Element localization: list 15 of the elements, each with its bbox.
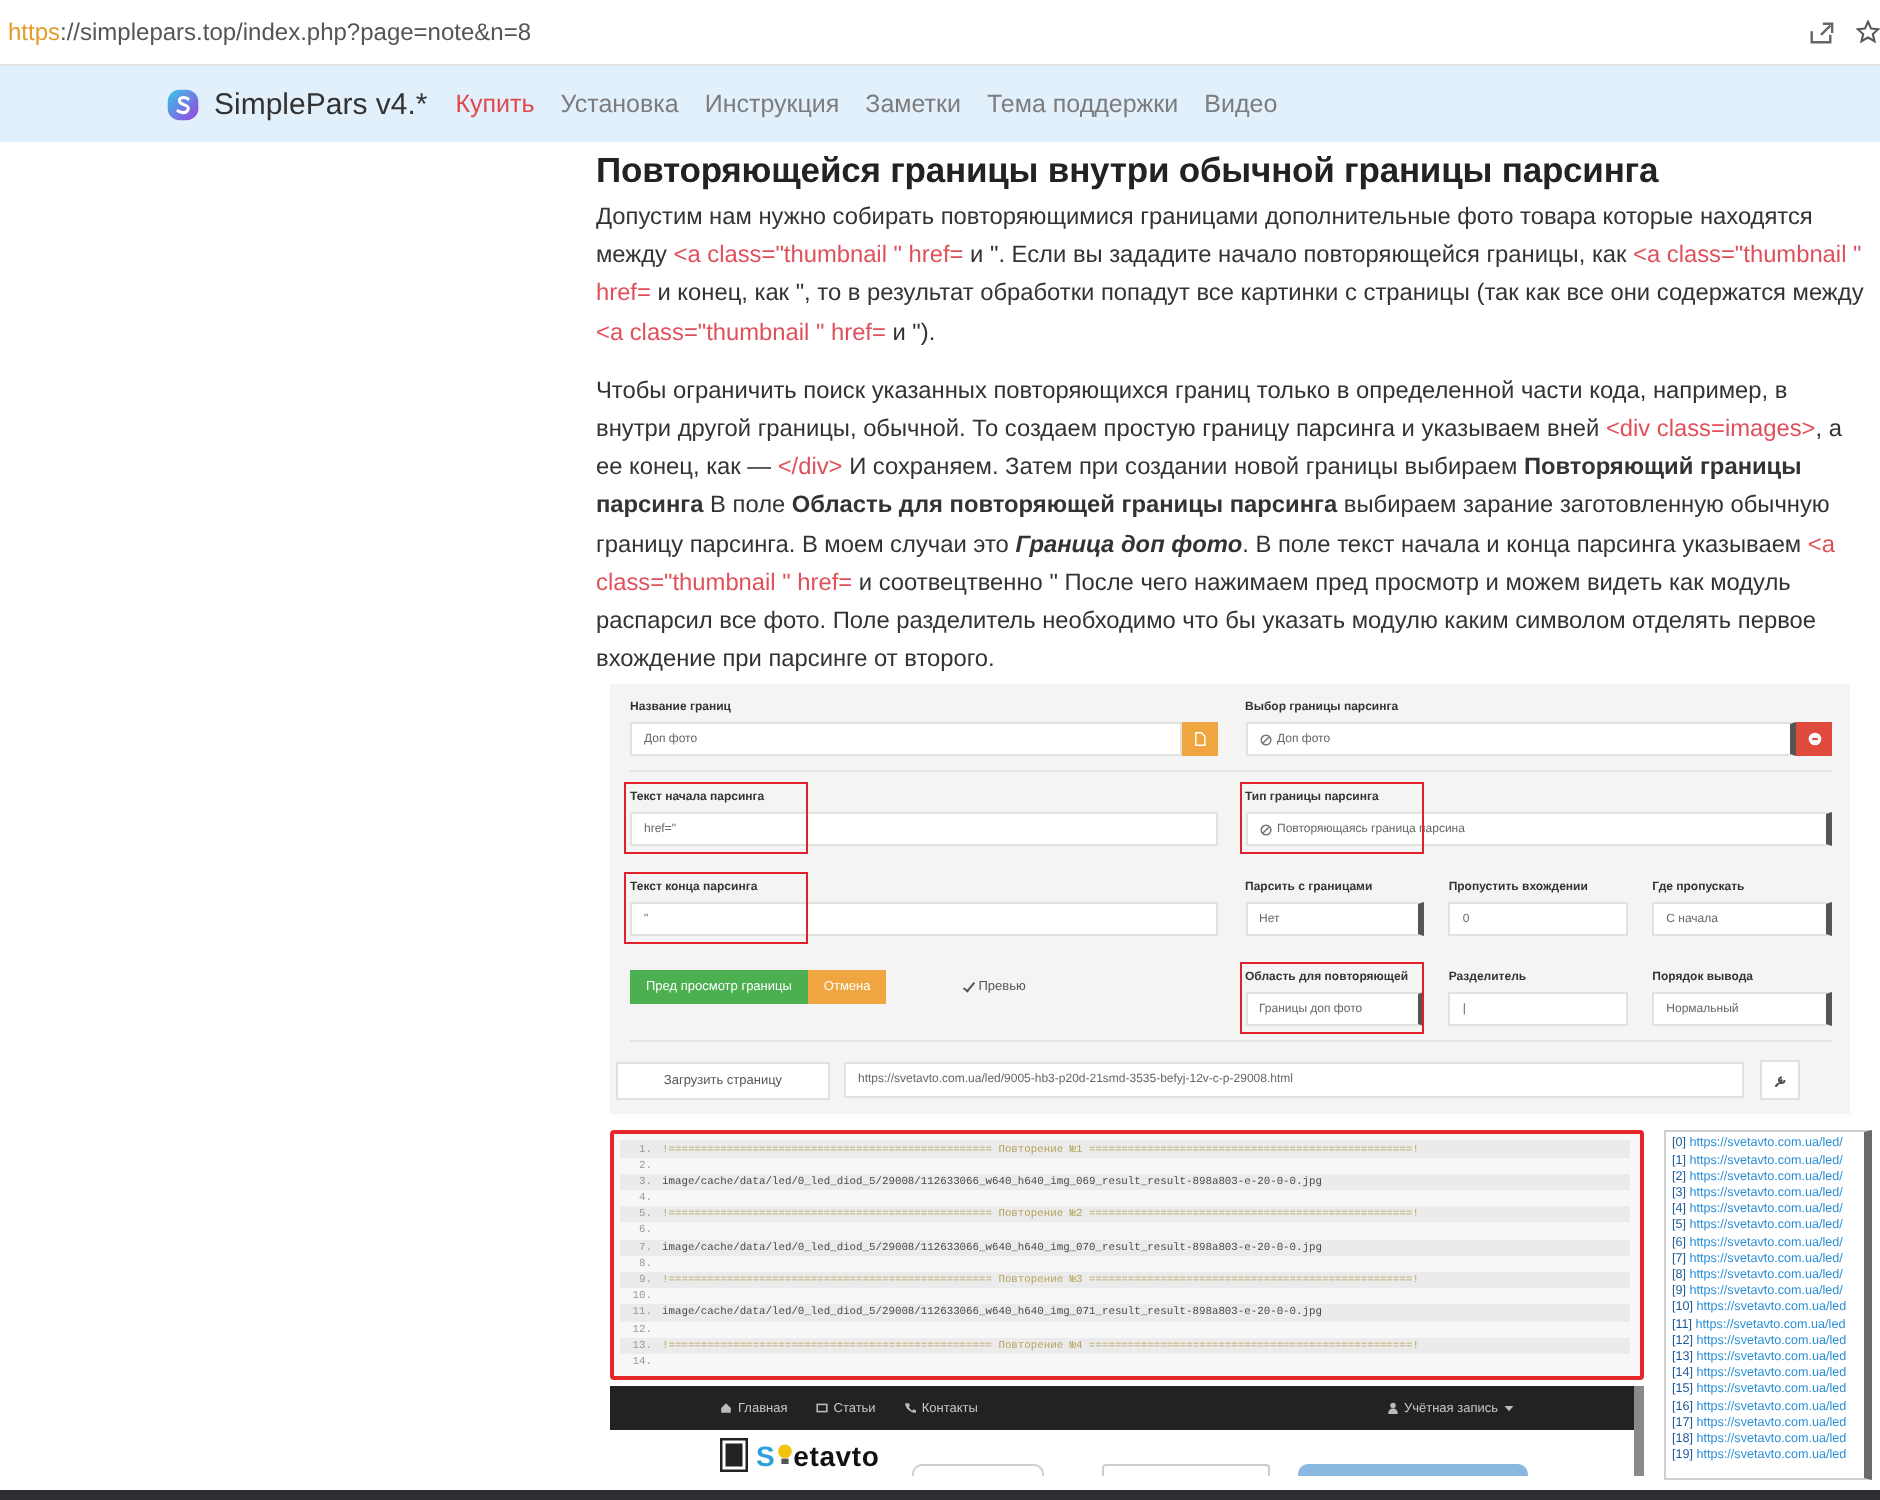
logo-text: S — [756, 1439, 776, 1472]
logo-icon — [166, 87, 200, 121]
logo-text: etavto — [793, 1439, 880, 1472]
share-icon[interactable] — [1808, 19, 1834, 45]
nav-link[interactable]: Установка — [560, 90, 679, 118]
nav-link[interactable]: Видео — [1204, 90, 1278, 118]
star-icon[interactable] — [1856, 20, 1880, 44]
address-field[interactable]: https://simplepars.top/index.php?page=note&n=8 — [8, 18, 1808, 46]
article-heading: Повторяющейся границы внутри обычной границы парсинга — [596, 150, 1661, 192]
paragraph: Допустим нам нужно собирать повторяющимися границами дополнительные фото товара которые находятся между <a class="thumbnail " href= и ". Если вы зададите начало повторяющейся границы, как <a class="thumbnail " href= и конец, как ", то в результат обработки попадут все картинки с страницы (так как все они содержатся между <a class="thumbnail " href= и "). — [596, 200, 1864, 350]
nav-link[interactable]: Инструкция — [704, 90, 840, 118]
paragraph: Чтобы ограничить поиск указанных повторяющихся границ только в определенной части кода, например, в внутри другой границы, обычной. То создаем простую границу парсинга и указываем вней <div class=images>, а ее конец, как — </div> И сохраняем. Затем при создании новой границы выбираем Повторяющий границы парсинга В поле Область для повторяющей границы парсинга выбираем зарание заготовленную обычную границу парсинга. В моем случаи это Граница доп фото. В поле текст начала и конца парсинга указываем <a class="thumbnail " href= и соотвецтвенно " После чего нажимаем пред просмотр и можем видеть как модуль распарсил все фото. Поле разделитель необходимо что бы указать модулю каким символом отделять первое вхождение при парсинге от второго. — [596, 373, 1844, 677]
nav-link[interactable]: Тема поддержки — [986, 90, 1179, 118]
nav-link[interactable]: Заметки — [865, 90, 961, 118]
site-title: SimplePars v4.* — [214, 87, 428, 121]
